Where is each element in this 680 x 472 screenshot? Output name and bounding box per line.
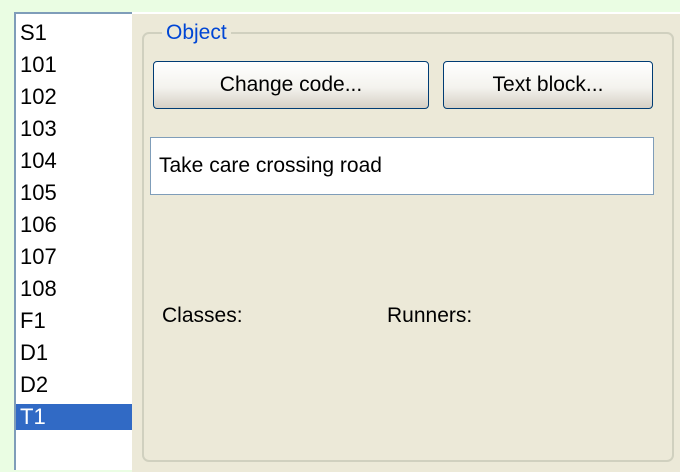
list-item-104[interactable]: 104 xyxy=(16,148,132,174)
control-list[interactable]: S1 101 102 103 104 105 106 107 108 F1 D1… xyxy=(14,12,132,470)
list-item-107[interactable]: 107 xyxy=(16,244,132,270)
list-item-d1[interactable]: D1 xyxy=(16,340,132,366)
list-item-s1[interactable]: S1 xyxy=(16,20,132,46)
list-item-102[interactable]: 102 xyxy=(16,84,132,110)
text-block-button[interactable]: Text block... xyxy=(443,61,653,109)
classes-label: Classes: xyxy=(162,304,243,327)
description-field[interactable] xyxy=(150,137,654,195)
change-code-button[interactable]: Change code... xyxy=(153,61,429,109)
list-item-101[interactable]: 101 xyxy=(16,52,132,78)
list-item-103[interactable]: 103 xyxy=(16,116,132,142)
list-item-108[interactable]: 108 xyxy=(16,276,132,302)
list-item-f1[interactable]: F1 xyxy=(16,308,132,334)
list-item-105[interactable]: 105 xyxy=(16,180,132,206)
list-item-106[interactable]: 106 xyxy=(16,212,132,238)
object-group-title: Object xyxy=(162,21,231,45)
list-item-t1-selected[interactable]: T1 xyxy=(16,404,132,430)
object-panel: Object Change code... Text block... Clas… xyxy=(132,12,680,472)
list-item-d2[interactable]: D2 xyxy=(16,372,132,398)
dialog-frame: S1 101 102 103 104 105 106 107 108 F1 D1… xyxy=(0,0,680,472)
runners-label: Runners: xyxy=(387,304,473,327)
